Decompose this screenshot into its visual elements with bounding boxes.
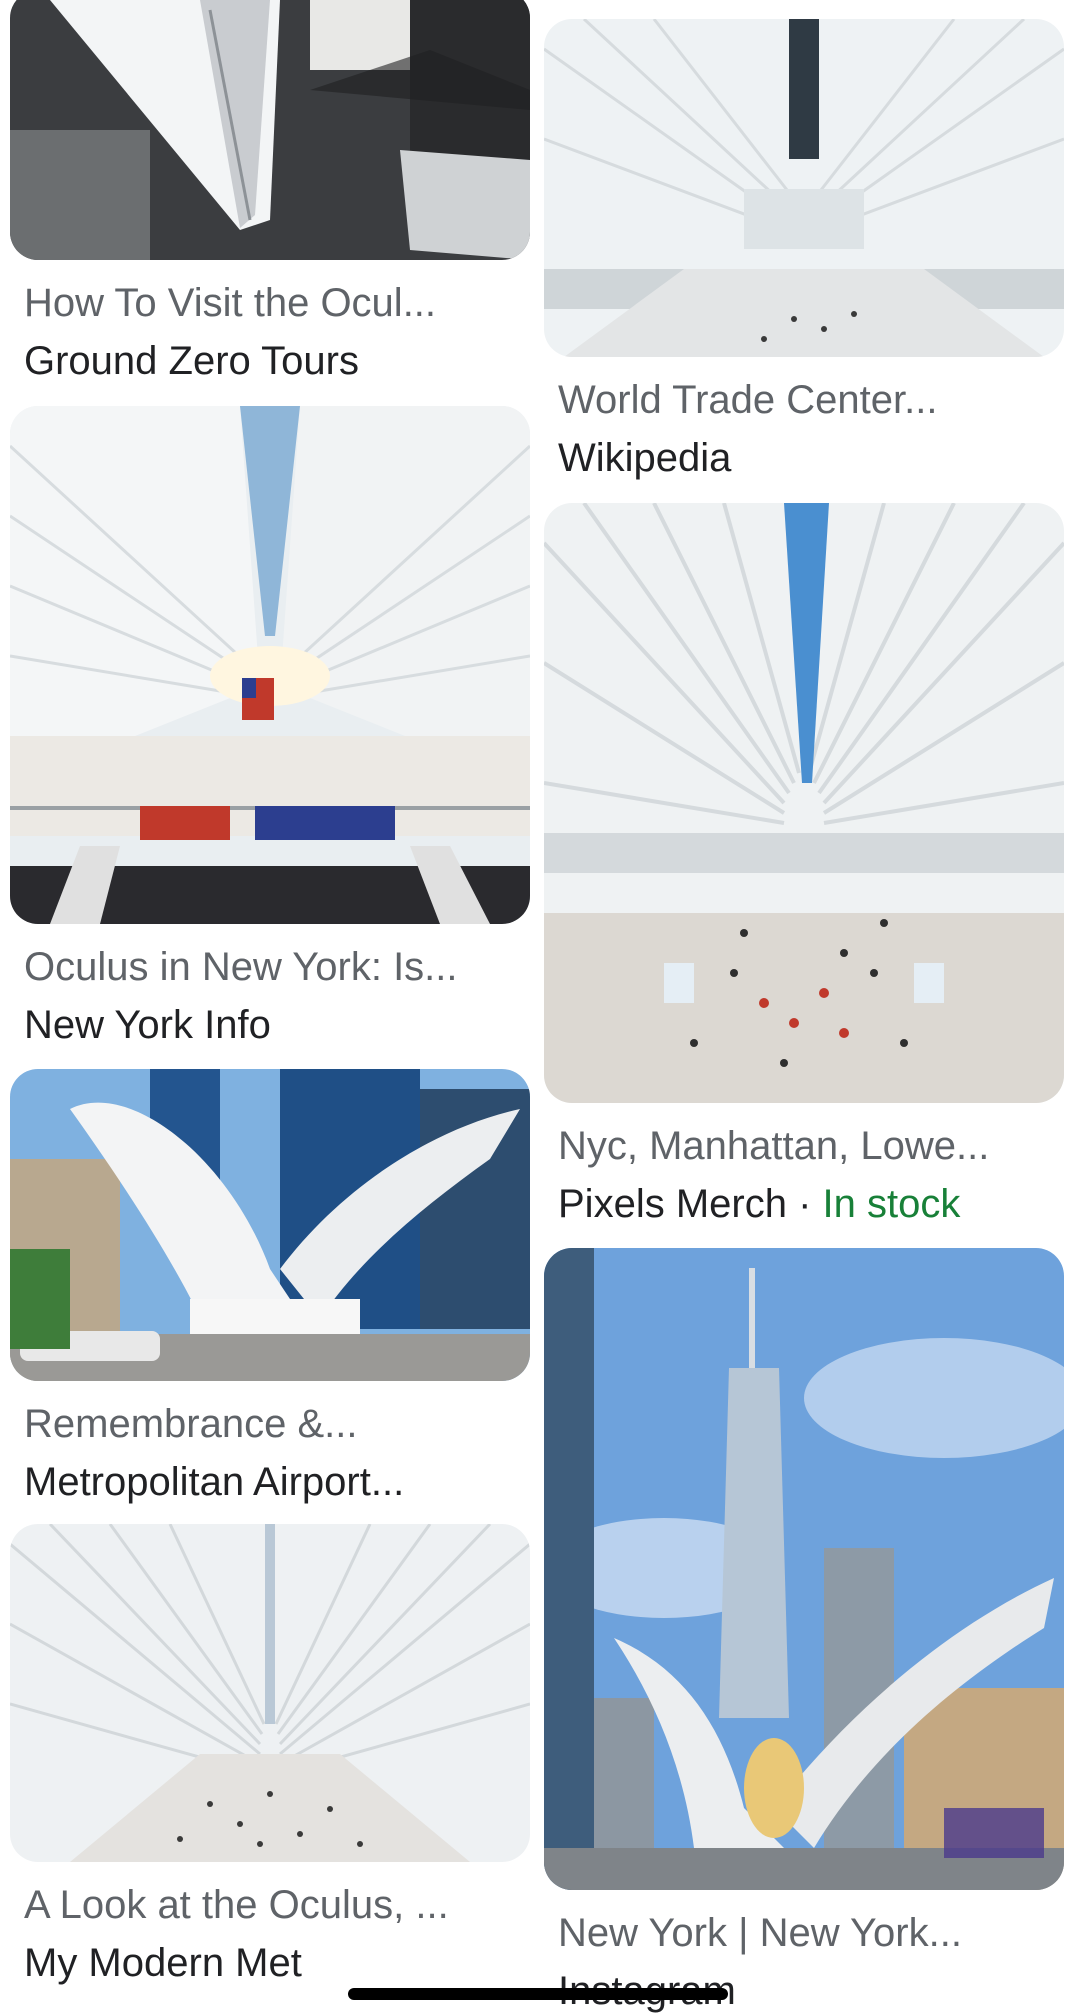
result-image-aerial[interactable] — [10, 0, 530, 260]
result-source-name[interactable]: Pixels Merch — [558, 1182, 787, 1226]
result-title[interactable]: Remembrance &... — [24, 1399, 524, 1449]
result-source[interactable]: Ground Zero Tours — [24, 336, 524, 386]
in-stock-label: In stock — [822, 1182, 961, 1226]
result-source[interactable]: Metropolitan Airport... — [24, 1457, 524, 1507]
result-image-flag-interior[interactable] — [10, 406, 530, 924]
result-source[interactable]: New York Info — [24, 1000, 524, 1050]
result-image-exterior[interactable] — [10, 1069, 530, 1381]
result-image-skyline[interactable] — [544, 1248, 1064, 1890]
result-title[interactable]: Nyc, Manhattan, Lowe... — [558, 1121, 1058, 1171]
result-source[interactable]: Pixels Merch · In stock — [558, 1179, 1058, 1229]
result-source[interactable]: Wikipedia — [558, 433, 1058, 483]
result-title[interactable]: How To Visit the Ocul... — [24, 278, 524, 328]
result-image-crowd[interactable] — [544, 503, 1064, 1103]
result-card[interactable]: Oculus in New York: Is... New York Info — [10, 406, 530, 1050]
result-title[interactable]: Oculus in New York: Is... — [24, 942, 524, 992]
result-image-ribs-interior[interactable] — [10, 1524, 530, 1862]
result-card[interactable]: Remembrance &... Metropolitan Airport... — [10, 1069, 530, 1507]
result-card[interactable]: A Look at the Oculus, ... My Modern Met — [10, 1524, 530, 1988]
home-indicator[interactable] — [348, 1988, 728, 2000]
result-card[interactable]: New York | New York... Instagram — [544, 1248, 1064, 2016]
result-card[interactable]: How To Visit the Ocul... Ground Zero Tou… — [10, 0, 530, 386]
result-title[interactable]: World Trade Center... — [558, 375, 1058, 425]
result-title[interactable]: New York | New York... — [558, 1908, 1058, 1958]
result-card[interactable]: World Trade Center... Wikipedia — [544, 19, 1064, 483]
result-title[interactable]: A Look at the Oculus, ... — [24, 1880, 524, 1930]
result-source[interactable]: My Modern Met — [24, 1938, 524, 1988]
separator-dot: · — [798, 1182, 812, 1226]
result-image-hall[interactable] — [544, 19, 1064, 357]
result-card[interactable]: Nyc, Manhattan, Lowe... Pixels Merch · I… — [544, 503, 1064, 1229]
